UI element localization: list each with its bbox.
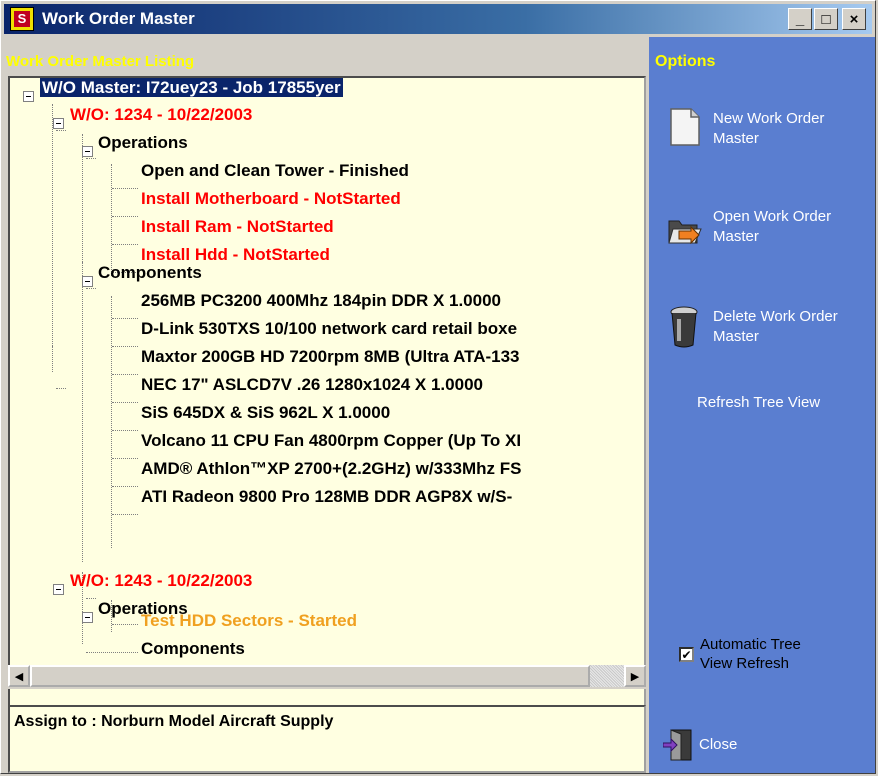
tree-node-component[interactable]: AMD® Athlon™XP 2700+(2.2GHz) w/333Mhz FS <box>141 459 521 485</box>
window-title: Work Order Master <box>42 9 195 28</box>
work-order-tree[interactable]: W/O Master: I72uey23 - Job 17855yer W/O:… <box>8 76 646 712</box>
work-order-master-window: S Work Order Master _ □ × Work Order Mas… <box>0 0 876 774</box>
scroll-track[interactable] <box>30 665 624 687</box>
close-label: Close <box>699 735 738 753</box>
tree-node-component[interactable]: 256MB PC3200 400Mhz 184pin DDR X 1.0000 <box>141 291 501 317</box>
maximize-button[interactable]: □ <box>814 8 838 30</box>
close-window-button[interactable]: × <box>842 8 866 30</box>
tree-node-components[interactable]: Components <box>141 639 245 665</box>
tree-node-wo-1243[interactable]: W/O: 1243 - 10/22/2003 <box>70 571 252 597</box>
expander-icon[interactable] <box>53 118 64 129</box>
app-icon: S <box>10 7 34 31</box>
delete-work-order-master-button[interactable]: Delete Work Order Master <box>713 307 838 347</box>
expander-icon[interactable] <box>23 91 34 102</box>
scroll-right-button[interactable]: ▶ <box>624 665 646 687</box>
tree-node-operation[interactable]: Open and Clean Tower - Finished <box>141 161 409 187</box>
expander-icon[interactable] <box>82 146 93 157</box>
expander-icon[interactable] <box>82 612 93 623</box>
scroll-thumb[interactable] <box>30 665 590 687</box>
new-document-icon[interactable] <box>669 107 701 147</box>
tree-node-component[interactable]: ATI Radeon 9800 Pro 128MB DDR AGP8X w/S- <box>141 487 512 513</box>
tree-node-operations[interactable]: Operations <box>98 133 188 159</box>
expander-icon[interactable] <box>53 584 64 595</box>
tree-node-operation[interactable]: Install Ram - NotStarted <box>141 217 334 243</box>
close-button[interactable]: Close <box>663 727 737 761</box>
automatic-tree-view-refresh[interactable]: ✔ Automatic Tree View Refresh <box>679 635 830 673</box>
scroll-left-button[interactable]: ◀ <box>8 665 30 687</box>
tree-node-component[interactable]: Volcano 11 CPU Fan 4800rpm Copper (Up To… <box>141 431 521 457</box>
assign-to-panel: Assign to : Norburn Model Aircraft Suppl… <box>8 705 646 773</box>
options-label: Options <box>655 53 716 70</box>
auto-refresh-checkbox[interactable]: ✔ <box>679 647 694 662</box>
exit-door-icon <box>663 729 692 761</box>
expander-icon[interactable] <box>82 276 93 287</box>
tree-node-components[interactable]: Components <box>98 263 202 289</box>
refresh-tree-view-button[interactable]: Refresh Tree View <box>697 393 820 413</box>
tree-node-component[interactable]: SiS 645DX & SiS 962L X 1.0000 <box>141 403 390 429</box>
listing-panel: Work Order Master Listing W/O Master: I7… <box>4 37 646 773</box>
tree-node-operation[interactable]: Test HDD Sectors - Started <box>141 611 357 637</box>
tree-node-master[interactable]: W/O Master: I72uey23 - Job 17855yer <box>40 78 343 97</box>
listing-label: Work Order Master Listing <box>6 53 195 70</box>
tree-node-component[interactable]: NEC 17" ASLCD7V .26 1280x1024 X 1.0000 <box>141 375 483 401</box>
open-folder-icon[interactable] <box>667 213 703 247</box>
tree-node-operation[interactable]: Install Motherboard - NotStarted <box>141 189 401 215</box>
assign-to-text: Assign to : Norburn Model Aircraft Suppl… <box>14 713 334 730</box>
minimize-button[interactable]: _ <box>788 8 812 30</box>
title-bar[interactable]: S Work Order Master _ □ × <box>4 4 872 34</box>
auto-refresh-label: Automatic Tree View Refresh <box>700 636 801 672</box>
horizontal-scrollbar[interactable]: ◀ ▶ <box>8 665 646 689</box>
options-panel: Options New Work Order Master Open Work O… <box>649 37 875 773</box>
tree-node-component[interactable]: Maxtor 200GB HD 7200rpm 8MB (Ultra ATA-1… <box>141 347 520 373</box>
tree-node-component[interactable]: D-Link 530TXS 10/100 network card retail… <box>141 319 517 345</box>
new-work-order-master-button[interactable]: New Work Order Master <box>713 109 824 149</box>
tree-node-wo-1234[interactable]: W/O: 1234 - 10/22/2003 <box>70 105 252 131</box>
open-work-order-master-button[interactable]: Open Work Order Master <box>713 207 831 247</box>
trash-can-icon[interactable] <box>669 305 699 349</box>
